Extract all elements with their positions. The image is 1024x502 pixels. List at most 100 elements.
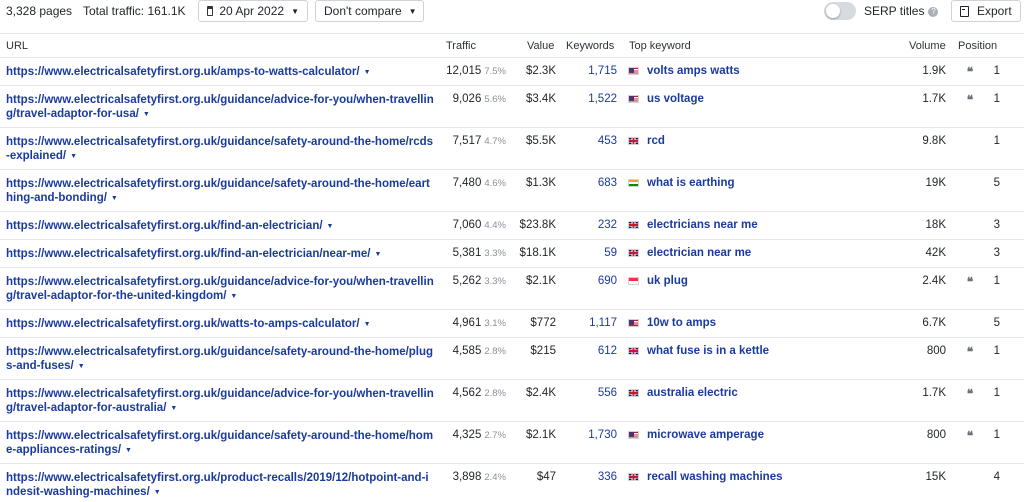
keywords-link[interactable]: 232 — [560, 212, 617, 239]
url-link[interactable]: https://www.electricalsafetyfirst.org.uk… — [6, 66, 360, 78]
top-keyword-link[interactable]: microwave amperage — [647, 429, 764, 441]
value-cell: $1.3K — [525, 177, 556, 189]
top-keyword-link[interactable]: 10w to amps — [647, 317, 716, 329]
top-keyword-link[interactable]: uk plug — [647, 275, 688, 287]
keywords-link[interactable]: 1,522 — [560, 86, 617, 127]
url-link[interactable]: https://www.electricalsafetyfirst.org.uk… — [6, 94, 434, 120]
table-row: https://www.electricalsafetyfirst.org.uk… — [0, 338, 1024, 380]
date-picker-button[interactable]: 20 Apr 2022 ▼ — [198, 0, 308, 22]
url-cell: https://www.electricalsafetyfirst.org.uk… — [6, 212, 434, 239]
keywords-link[interactable]: 690 — [560, 268, 617, 309]
top-keyword-link[interactable]: recall washing machines — [647, 471, 783, 483]
top-keyword-link[interactable]: what fuse is in a kettle — [647, 345, 769, 357]
traffic-value: 4,325 — [452, 429, 482, 441]
top-keyword-cell: rcd — [628, 128, 888, 169]
top-keyword-link[interactable]: what is earthing — [647, 177, 735, 189]
url-link[interactable]: https://www.electricalsafetyfirst.org.uk… — [6, 318, 360, 330]
traffic-cell: 5,262 3.3% — [436, 268, 506, 309]
keywords-link[interactable]: 683 — [560, 170, 617, 211]
column-top-keyword[interactable]: Top keyword — [629, 40, 691, 52]
traffic-percent: 7.5% — [484, 66, 506, 77]
traffic-value: 5,381 — [452, 247, 482, 259]
top-keyword-cell: uk plug — [628, 268, 888, 309]
url-dropdown-icon[interactable]: ▼ — [364, 69, 371, 76]
url-link[interactable]: https://www.electricalsafetyfirst.org.uk… — [6, 346, 433, 372]
uk-flag-icon — [628, 346, 639, 355]
keywords-link[interactable]: 453 — [560, 128, 617, 169]
column-traffic[interactable]: Traffic — [446, 40, 476, 52]
featured-snippet-icon: ❝ — [966, 93, 974, 107]
traffic-value: 12,015 — [446, 65, 482, 77]
url-dropdown-icon[interactable]: ▼ — [327, 223, 334, 230]
url-dropdown-icon[interactable]: ▼ — [125, 447, 132, 454]
url-link[interactable]: https://www.electricalsafetyfirst.org.uk… — [6, 388, 434, 414]
export-button[interactable]: Export — [951, 0, 1021, 22]
column-volume[interactable]: Volume — [909, 40, 946, 52]
top-keyword-link[interactable]: electricians near me — [647, 219, 758, 231]
column-value[interactable]: Value — [527, 40, 554, 52]
url-dropdown-icon[interactable]: ▼ — [230, 293, 237, 300]
url-link[interactable]: https://www.electricalsafetyfirst.org.uk… — [6, 430, 433, 456]
column-url[interactable]: URL — [6, 40, 28, 52]
url-dropdown-icon[interactable]: ▼ — [78, 363, 85, 370]
url-dropdown-icon[interactable]: ▼ — [374, 251, 381, 258]
value-cell: $772 — [530, 317, 556, 329]
traffic-value: 5,262 — [452, 275, 482, 287]
url-dropdown-icon[interactable]: ▼ — [170, 405, 177, 412]
keywords-link[interactable]: 336 — [560, 464, 617, 502]
traffic-value: 4,961 — [452, 317, 482, 329]
url-cell: https://www.electricalsafetyfirst.org.uk… — [6, 58, 434, 85]
url-dropdown-icon[interactable]: ▼ — [143, 111, 150, 118]
serp-titles-toggle[interactable] — [824, 2, 856, 20]
top-keyword-link[interactable]: rcd — [647, 135, 665, 147]
date-label: 20 Apr 2022 — [219, 4, 285, 18]
position-cell: 5 — [993, 177, 1000, 189]
table-row: https://www.electricalsafetyfirst.org.uk… — [0, 86, 1024, 128]
top-keyword-link[interactable]: australia electric — [647, 387, 738, 399]
top-keyword-link[interactable]: volts amps watts — [647, 65, 740, 77]
compare-label: Don't compare — [324, 4, 402, 18]
url-link[interactable]: https://www.electricalsafetyfirst.org.uk… — [6, 472, 429, 498]
volume-cell: 9.8K — [922, 135, 946, 147]
url-link[interactable]: https://www.electricalsafetyfirst.org.uk… — [6, 248, 370, 260]
column-position[interactable]: Position — [958, 40, 997, 52]
top-keyword-link[interactable]: us voltage — [647, 93, 704, 105]
url-dropdown-icon[interactable]: ▼ — [70, 153, 77, 160]
url-dropdown-icon[interactable]: ▼ — [364, 321, 371, 328]
keywords-link[interactable]: 1,715 — [560, 58, 617, 85]
url-link[interactable]: https://www.electricalsafetyfirst.org.uk… — [6, 220, 323, 232]
value-cell: $18.1K — [519, 247, 556, 259]
position-cell: 1 — [993, 275, 1000, 287]
traffic-percent: 2.4% — [484, 472, 506, 483]
top-keyword-cell: us voltage — [628, 86, 888, 127]
featured-snippet-icon: ❝ — [966, 387, 974, 401]
pages-count: 3,328 pages — [6, 4, 73, 18]
top-keyword-link[interactable]: electrician near me — [647, 247, 751, 259]
url-cell: https://www.electricalsafetyfirst.org.uk… — [6, 170, 434, 211]
column-keywords[interactable]: Keywords — [566, 40, 614, 52]
url-link[interactable]: https://www.electricalsafetyfirst.org.uk… — [6, 178, 430, 204]
help-icon[interactable]: ? — [928, 7, 939, 17]
keywords-link[interactable]: 1,730 — [560, 422, 617, 463]
traffic-percent: 3.1% — [484, 318, 506, 329]
position-cell: 1 — [993, 387, 1000, 399]
traffic-value: 3,898 — [452, 471, 482, 483]
url-dropdown-icon[interactable]: ▼ — [154, 489, 161, 496]
value-cell: $23.8K — [519, 219, 556, 231]
position-cell: 1 — [993, 93, 1000, 105]
keywords-link[interactable]: 59 — [560, 240, 617, 267]
traffic-percent: 4.4% — [484, 220, 506, 231]
keywords-link[interactable]: 556 — [560, 380, 617, 421]
compare-dropdown[interactable]: Don't compare ▼ — [315, 0, 424, 22]
url-dropdown-icon[interactable]: ▼ — [111, 195, 118, 202]
top-keyword-cell: 10w to amps — [628, 310, 888, 337]
keywords-link[interactable]: 612 — [560, 338, 617, 379]
url-link[interactable]: https://www.electricalsafetyfirst.org.uk… — [6, 276, 434, 302]
volume-cell: 1.7K — [922, 93, 946, 105]
keywords-link[interactable]: 1,117 — [560, 310, 617, 337]
position-cell: 1 — [993, 65, 1000, 77]
url-cell: https://www.electricalsafetyfirst.org.uk… — [6, 380, 434, 421]
url-cell: https://www.electricalsafetyfirst.org.uk… — [6, 422, 434, 463]
uk-flag-icon — [628, 220, 639, 229]
traffic-percent: 2.8% — [484, 388, 506, 399]
